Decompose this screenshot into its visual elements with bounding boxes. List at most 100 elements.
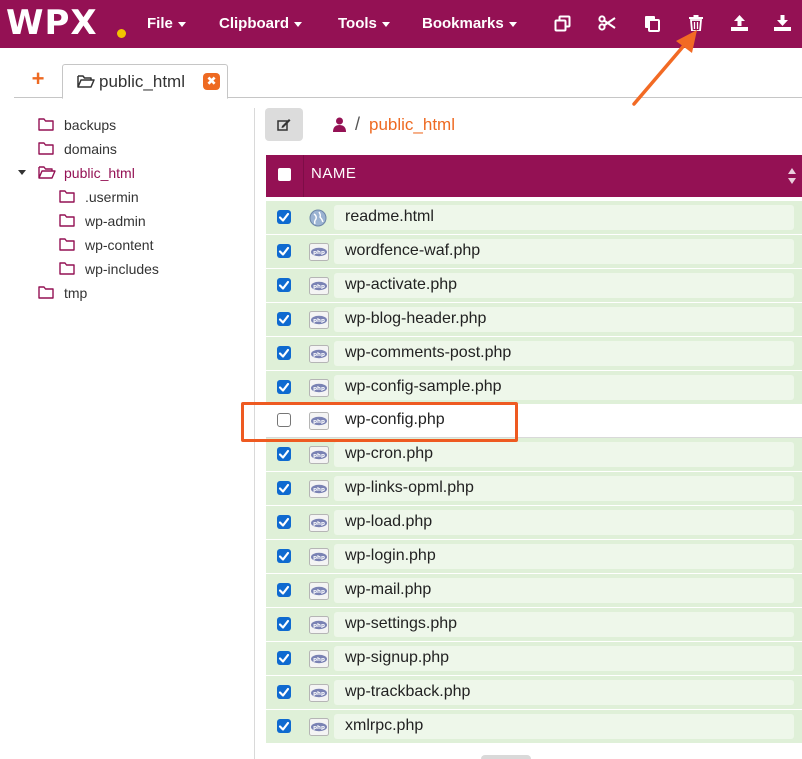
icon-cell: php xyxy=(303,303,331,336)
file-name[interactable]: wp-links-opml.php xyxy=(345,479,474,497)
checkbox-cell xyxy=(266,642,302,675)
row-checkbox[interactable] xyxy=(277,278,291,292)
file-name[interactable]: wp-trackback.php xyxy=(345,683,470,701)
file-row[interactable]: php wp-activate.php xyxy=(266,269,802,303)
edit-path-button[interactable] xyxy=(265,108,303,141)
select-all-checkbox[interactable] xyxy=(278,168,291,181)
bookmarks-menu-label: Bookmarks xyxy=(422,15,504,32)
file-row[interactable]: php wp-login.php xyxy=(266,540,802,574)
scroll-handle[interactable] xyxy=(481,755,531,759)
file-name[interactable]: wp-settings.php xyxy=(345,615,457,633)
checkbox-cell xyxy=(266,371,302,404)
file-row[interactable]: php wp-trackback.php xyxy=(266,676,802,710)
row-checkbox[interactable] xyxy=(277,244,291,258)
checkbox-cell xyxy=(266,710,302,743)
header-divider xyxy=(303,155,304,197)
row-checkbox[interactable] xyxy=(277,685,291,699)
pane-divider[interactable] xyxy=(254,108,255,759)
icon-cell: php xyxy=(303,676,331,709)
file-name[interactable]: wp-load.php xyxy=(345,513,432,531)
file-name[interactable]: wp-login.php xyxy=(345,547,436,565)
row-checkbox[interactable] xyxy=(277,583,291,597)
row-checkbox[interactable] xyxy=(277,719,291,733)
breadcrumb-current[interactable]: public_html xyxy=(369,115,455,135)
file-name[interactable]: wp-config.php xyxy=(345,411,445,429)
tree-item-label: domains xyxy=(64,141,117,157)
row-checkbox[interactable] xyxy=(277,447,291,461)
chevron-down-icon xyxy=(177,21,186,27)
cut-icon[interactable] xyxy=(597,13,617,33)
checkbox-cell xyxy=(266,472,302,505)
file-name[interactable]: wp-mail.php xyxy=(345,581,431,599)
php-file-icon: php xyxy=(309,650,329,673)
row-checkbox[interactable] xyxy=(277,210,291,224)
folder-icon xyxy=(59,238,75,251)
file-row[interactable]: php wp-cron.php xyxy=(266,438,802,472)
folder-icon xyxy=(38,118,54,131)
file-row[interactable]: php xmlrpc.php xyxy=(266,710,802,744)
file-name[interactable]: wp-activate.php xyxy=(345,276,457,294)
row-checkbox[interactable] xyxy=(277,549,291,563)
tree-item-label: public_html xyxy=(64,165,135,181)
file-row[interactable]: php wordfence-waf.php xyxy=(266,235,802,269)
svg-text:php: php xyxy=(313,691,325,697)
file-row[interactable]: readme.html xyxy=(266,201,802,235)
checkbox-cell xyxy=(266,540,302,573)
file-row[interactable]: php wp-blog-header.php xyxy=(266,303,802,337)
file-name[interactable]: wordfence-waf.php xyxy=(345,242,480,260)
file-row[interactable]: php wp-settings.php xyxy=(266,608,802,642)
row-checkbox[interactable] xyxy=(277,312,291,326)
tools-menu-label: Tools xyxy=(338,15,377,32)
caret-down-icon[interactable] xyxy=(18,170,26,175)
file-name[interactable]: wp-config-sample.php xyxy=(345,378,502,396)
file-row[interactable]: php wp-links-opml.php xyxy=(266,472,802,506)
file-table-header: NAME xyxy=(266,155,802,197)
file-name[interactable]: wp-comments-post.php xyxy=(345,344,511,362)
row-checkbox[interactable] xyxy=(277,380,291,394)
file-name[interactable]: wp-cron.php xyxy=(345,445,433,463)
php-file-icon: php xyxy=(309,446,329,469)
html-file-icon xyxy=(309,209,327,232)
row-checkbox[interactable] xyxy=(277,481,291,495)
svg-text:php: php xyxy=(313,318,325,324)
name-column-header[interactable]: NAME xyxy=(311,165,356,182)
tree-item-label: backups xyxy=(64,117,117,133)
file-name[interactable]: wp-signup.php xyxy=(345,649,449,667)
file-name[interactable]: readme.html xyxy=(345,208,434,226)
close-tab-button[interactable]: ✖ xyxy=(203,73,220,90)
folder-icon xyxy=(59,190,75,203)
svg-text:php: php xyxy=(313,555,325,561)
row-checkbox[interactable] xyxy=(277,515,291,529)
file-row[interactable]: php wp-mail.php xyxy=(266,574,802,608)
clipboard-menu-label: Clipboard xyxy=(219,15,289,32)
svg-text:php: php xyxy=(313,521,325,527)
row-checkbox[interactable] xyxy=(277,413,291,427)
delete-icon[interactable] xyxy=(686,13,706,33)
sort-icon[interactable] xyxy=(787,167,797,185)
row-checkbox[interactable] xyxy=(277,346,291,360)
file-menu[interactable]: File xyxy=(147,0,186,48)
bookmarks-menu[interactable]: Bookmarks xyxy=(422,0,517,48)
file-name[interactable]: xmlrpc.php xyxy=(345,717,423,735)
download-icon[interactable] xyxy=(772,13,792,33)
upload-icon[interactable] xyxy=(729,13,749,33)
paste-icon[interactable] xyxy=(642,13,662,33)
add-tab-button[interactable]: + xyxy=(28,67,48,91)
icon-cell: php xyxy=(303,269,331,302)
tools-menu[interactable]: Tools xyxy=(338,0,390,48)
file-row[interactable]: php wp-config-sample.php xyxy=(266,371,802,405)
file-row[interactable]: php wp-comments-post.php xyxy=(266,337,802,371)
user-icon[interactable] xyxy=(333,117,346,132)
php-file-icon: php xyxy=(309,616,329,639)
logo-dot xyxy=(117,29,126,38)
file-row[interactable]: php wp-config.php xyxy=(266,404,802,438)
tab-public-html[interactable]: public_html ✖ xyxy=(62,64,228,99)
row-checkbox[interactable] xyxy=(277,651,291,665)
row-checkbox[interactable] xyxy=(277,617,291,631)
file-row[interactable]: php wp-signup.php xyxy=(266,642,802,676)
copy-icon[interactable] xyxy=(552,13,572,33)
file-name[interactable]: wp-blog-header.php xyxy=(345,310,486,328)
file-row[interactable]: php wp-load.php xyxy=(266,506,802,540)
clipboard-menu[interactable]: Clipboard xyxy=(219,0,302,48)
checkbox-cell xyxy=(266,404,302,437)
